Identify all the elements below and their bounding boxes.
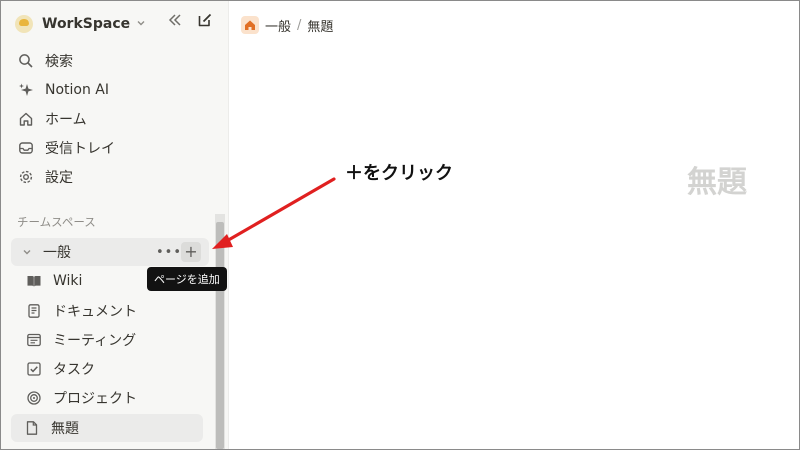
app-window: WorkSpace 検索 Notion AI ホーム 受信トレイ 設定 チームス…: [0, 0, 800, 450]
annotation-arrow: [212, 177, 336, 249]
